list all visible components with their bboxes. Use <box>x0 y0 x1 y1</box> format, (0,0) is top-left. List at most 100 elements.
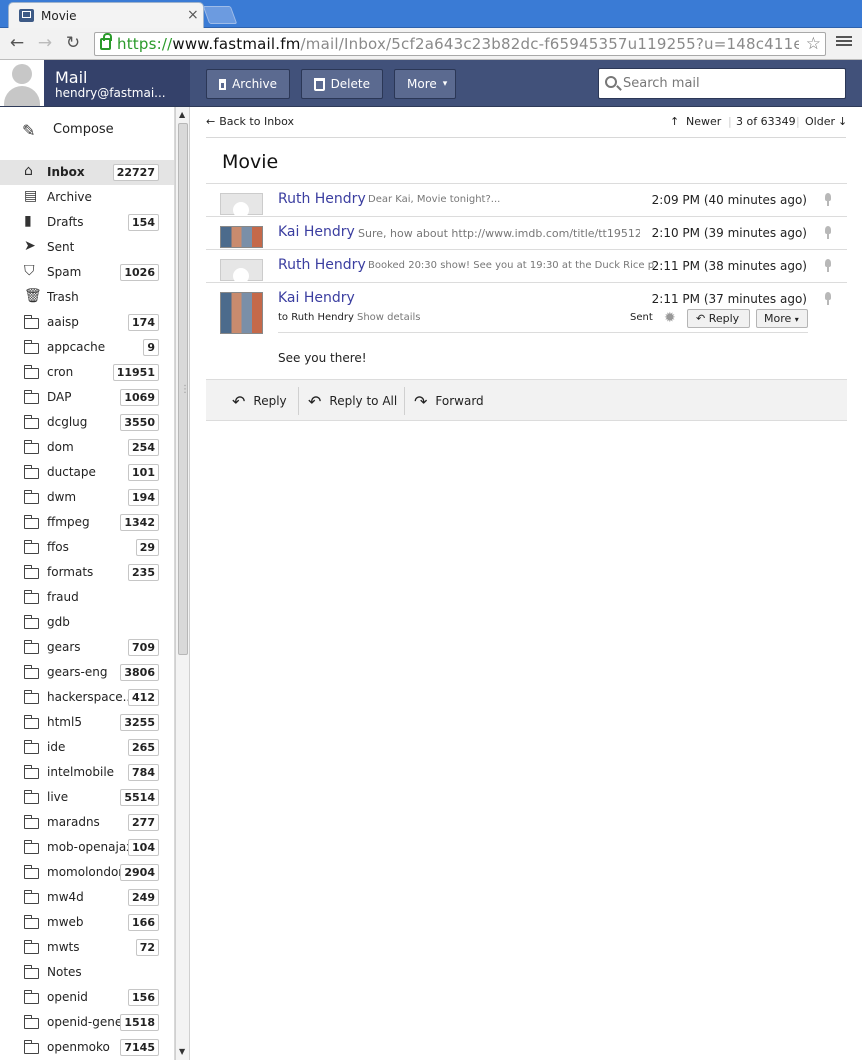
folder-icon <box>24 640 39 654</box>
sidebar-item-inbox[interactable]: ⌂ Inbox 22727 <box>0 160 174 185</box>
spam-icon: ⛉ <box>24 263 35 279</box>
sidebar-item-notes[interactable]: Notes <box>0 960 174 985</box>
bookmark-star-icon[interactable]: ☆ <box>806 34 821 54</box>
open-message-header[interactable]: Kai Hendry 2:11 PM (37 minutes ago) <box>206 283 847 306</box>
search-box[interactable]: Search mail <box>598 68 846 99</box>
avatar <box>220 193 263 218</box>
sidebar-item-hackerspace[interactable]: hackerspace... 412 <box>0 685 174 710</box>
recipient: to Ruth Hendry <box>278 312 354 323</box>
reply-icon: ↶ <box>232 391 246 411</box>
sidebar-item-maradns[interactable]: maradns 277 <box>0 810 174 835</box>
sidebar-item-label: Inbox <box>47 165 85 179</box>
sidebar-item-fraud[interactable]: fraud <box>0 585 174 610</box>
sidebar-item-openid-gene[interactable]: openid-gene... 1518 <box>0 1010 174 1035</box>
forward-button[interactable]: ↷ Forward <box>414 390 494 412</box>
sidebar-item-trash[interactable]: 🗑 Trash <box>0 285 174 310</box>
message-row[interactable]: Ruth Hendry Booked 20:30 show! See you a… <box>206 249 847 284</box>
back-arrow-icon[interactable]: ← <box>6 32 28 54</box>
archive-button[interactable]: Archive <box>206 69 290 99</box>
sidebar-item-mwts[interactable]: mwts 72 <box>0 935 174 960</box>
sidebar-item-label: dcglug <box>47 415 88 429</box>
browser-tab[interactable]: Movie × <box>8 2 204 28</box>
scroll-up-icon[interactable]: ▲ <box>179 110 185 119</box>
sent-icon: ➤ <box>24 238 36 254</box>
arrow-up-icon: ↑ <box>670 115 680 128</box>
message-sender: Ruth Hendry <box>278 191 366 207</box>
search-input[interactable]: Search mail <box>623 76 700 91</box>
message-row[interactable]: Ruth Hendry Dear Kai, Movie tonight?... … <box>206 183 847 218</box>
tab-close-icon[interactable]: × <box>187 7 199 23</box>
sidebar-item-mob-openajax[interactable]: mob-openajax 104 <box>0 835 174 860</box>
pin-icon[interactable] <box>823 226 833 240</box>
sidebar-item-label: cron <box>47 365 74 379</box>
unread-count-badge: 709 <box>128 639 159 656</box>
address-bar[interactable]: https://www.fastmail.fm/mail/Inbox/5cf2a… <box>94 32 826 56</box>
sidebar-item-mw4d[interactable]: mw4d 249 <box>0 885 174 910</box>
sidebar-item-spam[interactable]: ⛉ Spam 1026 <box>0 260 174 285</box>
reload-icon[interactable]: ↻ <box>62 32 84 54</box>
compose-button[interactable]: ✎ Compose <box>0 115 174 143</box>
sidebar-item-label: mob-openajax <box>47 840 131 854</box>
sidebar-item-intelmobile[interactable]: intelmobile 784 <box>0 760 174 785</box>
pin-icon[interactable] <box>823 259 833 273</box>
reply-all-button[interactable]: ↶ Reply to All <box>308 390 407 412</box>
pin-icon[interactable] <box>823 292 833 306</box>
reply-footer-label: Reply <box>253 394 287 408</box>
sidebar-item-html5[interactable]: html5 3255 <box>0 710 174 735</box>
sidebar-item-cron[interactable]: cron 11951 <box>0 360 174 385</box>
sidebar-item-drafts[interactable]: ▮ Drafts 154 <box>0 210 174 235</box>
sidebar-item-openmoko[interactable]: openmoko 7145 <box>0 1035 174 1060</box>
scroll-down-icon[interactable]: ▼ <box>179 1047 185 1056</box>
sidebar-item-ffmpeg[interactable]: ffmpeg 1342 <box>0 510 174 535</box>
pin-icon[interactable] <box>823 193 833 207</box>
resize-grip-icon[interactable]: ⋮ <box>180 384 190 395</box>
sidebar-item-appcache[interactable]: appcache 9 <box>0 335 174 360</box>
sidebar-item-ductape[interactable]: ductape 101 <box>0 460 174 485</box>
message-more-button[interactable]: More ▾ <box>756 309 808 328</box>
url-text[interactable]: https://www.fastmail.fm/mail/Inbox/5cf2a… <box>117 35 799 53</box>
gear-icon[interactable]: ✹ <box>664 310 676 326</box>
message-row[interactable]: Kai Hendry Sure, how about http://www.im… <box>206 216 847 249</box>
sidebar-item-gears-eng[interactable]: gears-eng 3806 <box>0 660 174 685</box>
sidebar-item-formats[interactable]: formats 235 <box>0 560 174 585</box>
sidebar-item-openid[interactable]: openid 156 <box>0 985 174 1010</box>
forward-arrow-icon[interactable]: → <box>34 32 56 54</box>
sidebar-item-dap[interactable]: DAP 1069 <box>0 385 174 410</box>
sidebar-item-ide[interactable]: ide 265 <box>0 735 174 760</box>
show-details-link[interactable]: Show details <box>357 312 420 323</box>
sidebar-scrollbar[interactable]: ▲ ▼ <box>175 107 190 1060</box>
sidebar-item-archive[interactable]: ▤ Archive <box>0 185 174 210</box>
more-button-label: More <box>407 77 437 91</box>
browser-menu-icon[interactable] <box>836 34 852 48</box>
older-link[interactable]: Older <box>805 115 835 128</box>
back-to-inbox-link[interactable]: ← Back to Inbox <box>206 115 294 128</box>
sidebar-item-dom[interactable]: dom 254 <box>0 435 174 460</box>
sidebar-item-dcglug[interactable]: dcglug 3550 <box>0 410 174 435</box>
message-sender: Ruth Hendry <box>278 257 366 273</box>
sidebar-item-live[interactable]: live 5514 <box>0 785 174 810</box>
newer-link[interactable]: Newer <box>686 115 721 128</box>
sidebar-item-gdb[interactable]: gdb <box>0 610 174 635</box>
url-path: /mail/Inbox/5cf2a643c23b82dc-f65945357u1… <box>300 35 799 53</box>
avatar[interactable] <box>0 60 44 106</box>
avatar <box>220 259 263 284</box>
sidebar-item-sent[interactable]: ➤ Sent <box>0 235 174 260</box>
account-switcher[interactable]: Mail hendry@fastmai... ⌄ <box>44 60 216 106</box>
reply-button[interactable]: ↶ Reply <box>687 309 750 328</box>
more-button[interactable]: More ▾ <box>394 69 456 99</box>
sidebar-item-mweb[interactable]: mweb 166 <box>0 910 174 935</box>
new-tab-button[interactable] <box>202 6 238 24</box>
folder-icon <box>24 840 39 854</box>
sidebar-item-ffos[interactable]: ffos 29 <box>0 535 174 560</box>
delete-button[interactable]: Delete <box>301 69 383 99</box>
archive-icon: ▤ <box>24 188 38 204</box>
unread-count-badge: 3255 <box>120 714 159 731</box>
sidebar-item-aaisp[interactable]: aaisp 174 <box>0 310 174 335</box>
sidebar-item-dwm[interactable]: dwm 194 <box>0 485 174 510</box>
divider <box>206 137 846 138</box>
sidebar-item-label: dwm <box>47 490 77 504</box>
sidebar-item-momolondon[interactable]: momolondon 2904 <box>0 860 174 885</box>
reply-footer-button[interactable]: ↶ Reply <box>232 390 297 412</box>
sidebar-item-gears[interactable]: gears 709 <box>0 635 174 660</box>
folder-icon <box>24 790 39 804</box>
